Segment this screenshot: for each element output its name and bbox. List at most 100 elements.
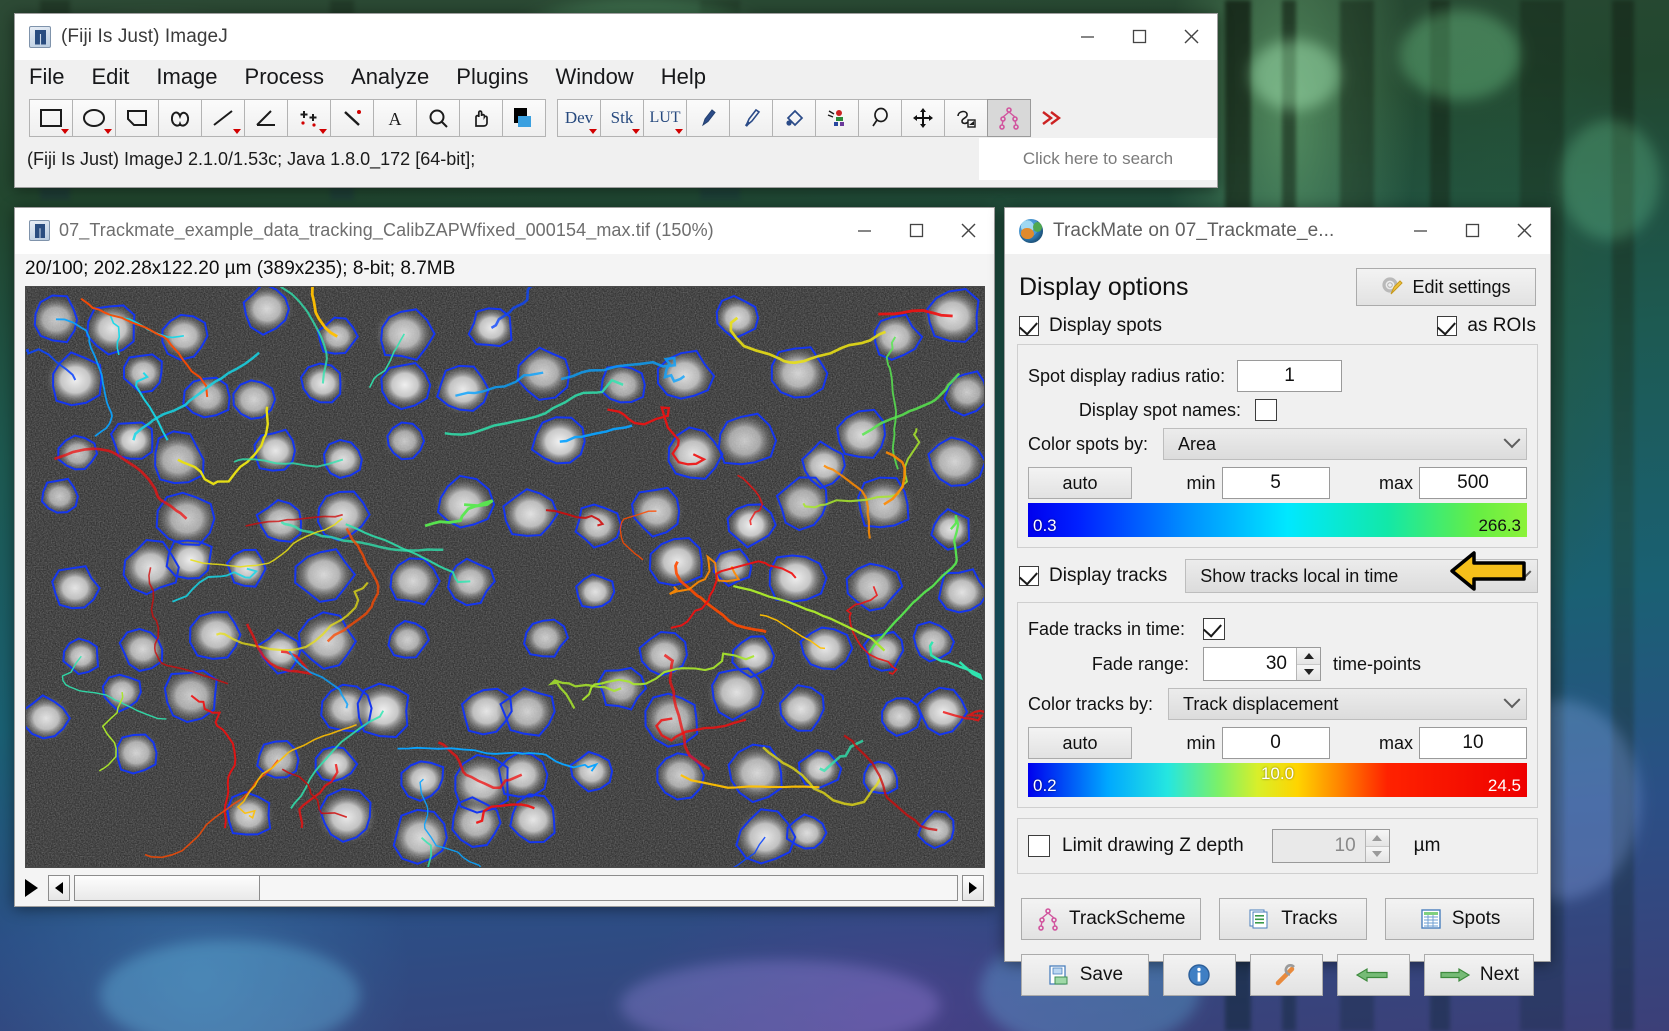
fade-tracks-checkbox[interactable] — [1203, 618, 1225, 640]
limit-z-checkbox[interactable] — [1028, 835, 1050, 857]
next-button[interactable]: Next — [1424, 954, 1534, 996]
minimize-button[interactable] — [1061, 14, 1113, 59]
info-button[interactable] — [1162, 954, 1236, 996]
limit-z-spin-buttons[interactable] — [1364, 830, 1389, 862]
play-icon[interactable] — [25, 879, 38, 897]
trackmate-tool[interactable] — [987, 98, 1031, 137]
tracks-label: Tracks — [1281, 908, 1338, 929]
color-spots-row: Color spots by: Area — [1028, 428, 1527, 460]
display-spots-checkbox[interactable] — [1019, 316, 1039, 336]
display-spots-label: Display spots — [1049, 315, 1162, 336]
rectangle-tool[interactable] — [29, 98, 73, 137]
spinner-up-icon[interactable] — [1365, 830, 1389, 847]
flood-fill-tool[interactable] — [772, 98, 816, 137]
minimize-button[interactable] — [1394, 208, 1446, 253]
move-tool[interactable] — [901, 98, 945, 137]
display-tracks-row[interactable]: Display tracks — [1017, 558, 1169, 594]
polygon-tool[interactable] — [115, 98, 159, 137]
menu-plugins[interactable]: Plugins — [454, 64, 530, 90]
spot-auto-button[interactable]: auto — [1028, 467, 1132, 499]
spinner-up-icon[interactable] — [1297, 648, 1320, 665]
track-display-mode-dropdown[interactable]: Show tracks local in time — [1185, 559, 1538, 593]
brush-tool[interactable] — [729, 98, 773, 137]
close-button[interactable] — [1498, 208, 1550, 253]
roi-manager-tool[interactable] — [944, 98, 988, 137]
scroll-left-button[interactable] — [48, 875, 70, 901]
previous-button[interactable] — [1336, 954, 1410, 996]
tracks-button[interactable]: Tracks — [1218, 898, 1368, 940]
angle-tool[interactable] — [244, 98, 288, 137]
color-picker-tool[interactable] — [502, 98, 546, 137]
display-tracks-checkbox[interactable] — [1019, 566, 1039, 586]
frame-scrollbar[interactable] — [74, 875, 958, 901]
scroll-right-button[interactable] — [962, 875, 984, 901]
text-tool[interactable]: A — [373, 98, 417, 137]
hand-tool[interactable] — [459, 98, 503, 137]
maximize-button[interactable] — [1446, 208, 1498, 253]
menu-image[interactable]: Image — [154, 64, 219, 90]
stk-tool[interactable]: Stk — [600, 98, 644, 137]
lut-tool[interactable]: LUT — [643, 98, 687, 137]
spot-radius-row: Spot display radius ratio: 1 — [1028, 360, 1527, 392]
as-rois-row[interactable]: as ROIs — [1435, 308, 1538, 344]
svg-text:A: A — [389, 109, 402, 128]
track-auto-button[interactable]: auto — [1028, 727, 1132, 759]
action-buttons-row: Save Next — [1017, 940, 1538, 996]
minimize-button[interactable] — [838, 208, 890, 253]
line-tool[interactable] — [201, 98, 245, 137]
close-button[interactable] — [942, 208, 994, 253]
spot-max-input[interactable]: 500 — [1419, 467, 1527, 499]
script-editor-tool[interactable] — [815, 98, 859, 137]
trackscheme-button[interactable]: TrackScheme — [1021, 898, 1201, 940]
dev-tool[interactable]: Dev — [557, 98, 601, 137]
spinner-down-icon[interactable] — [1297, 664, 1320, 680]
wand-tool[interactable] — [330, 98, 374, 137]
tools-button[interactable] — [1249, 954, 1323, 996]
close-button[interactable] — [1165, 14, 1217, 59]
scrollbar-thumb[interactable] — [75, 876, 260, 900]
edit-settings-button[interactable]: Edit settings — [1356, 268, 1536, 306]
pencil-tool[interactable] — [686, 98, 730, 137]
limit-z-unit: µm — [1413, 835, 1441, 856]
spinner-down-icon[interactable] — [1365, 846, 1389, 862]
oval-tool[interactable] — [72, 98, 116, 137]
search-loupe-tool[interactable] — [858, 98, 902, 137]
spot-min-label: min — [1186, 472, 1216, 493]
image-canvas[interactable] — [25, 286, 985, 868]
maximize-button[interactable] — [1113, 14, 1165, 59]
fade-range-spinner[interactable]: 30 — [1203, 647, 1321, 681]
display-spots-row[interactable]: Display spots — [1017, 308, 1164, 344]
track-min-input[interactable]: 0 — [1221, 727, 1330, 759]
search-input[interactable]: Click here to search — [979, 138, 1217, 180]
color-spots-by-label: Color spots by: — [1028, 433, 1149, 454]
fade-tracks-label: Fade tracks in time: — [1028, 618, 1186, 639]
fiji-statusbar: (Fiji Is Just) ImageJ 2.1.0/1.53c; Java … — [15, 138, 1217, 180]
spot-radius-input[interactable]: 1 — [1237, 360, 1342, 392]
trackmate-window: TrackMate on 07_Trackmate_e... Display o… — [1004, 207, 1551, 996]
point-tool[interactable] — [287, 98, 331, 137]
color-tracks-by-dropdown[interactable]: Track displacement — [1168, 688, 1527, 720]
menu-edit[interactable]: Edit — [89, 64, 131, 90]
as-rois-checkbox[interactable] — [1437, 316, 1458, 336]
menu-process[interactable]: Process — [243, 64, 326, 90]
limit-z-spinner[interactable]: 10 — [1271, 829, 1390, 863]
menu-analyze[interactable]: Analyze — [349, 64, 431, 90]
edit-settings-label: Edit settings — [1412, 276, 1511, 297]
spot-min-input[interactable]: 5 — [1221, 467, 1330, 499]
menu-window[interactable]: Window — [553, 64, 635, 90]
maximize-button[interactable] — [890, 208, 942, 253]
magnifier-tool[interactable] — [416, 98, 460, 137]
track-range-row: auto min 0 max 10 — [1028, 727, 1527, 759]
microscopy-render — [26, 287, 984, 867]
display-spot-names-checkbox[interactable] — [1255, 399, 1277, 421]
more-tools-button[interactable] — [1030, 99, 1074, 137]
save-button[interactable]: Save — [1021, 954, 1149, 996]
color-spots-by-dropdown[interactable]: Area — [1163, 428, 1527, 460]
fade-range-spin-buttons[interactable] — [1296, 648, 1320, 680]
freehand-tool[interactable] — [158, 98, 202, 137]
track-max-input[interactable]: 10 — [1419, 727, 1527, 759]
menu-file[interactable]: File — [27, 64, 66, 90]
fade-tracks-row: Fade tracks in time: — [1028, 618, 1527, 640]
spots-button[interactable]: Spots — [1385, 898, 1534, 940]
menu-help[interactable]: Help — [659, 64, 708, 90]
